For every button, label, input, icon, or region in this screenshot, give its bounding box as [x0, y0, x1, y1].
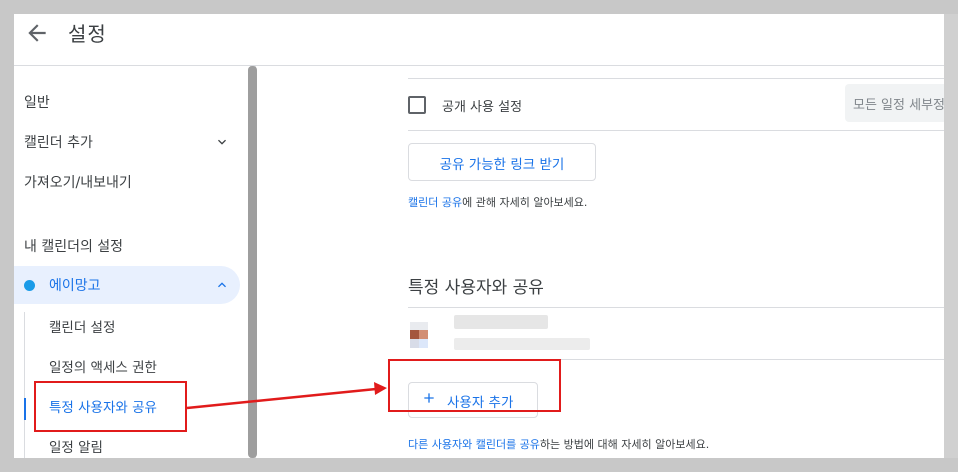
sidebar-item-calendar[interactable]: 에이망고 — [14, 266, 240, 304]
help-text-share-with-others: 다른 사용자와 캘린더를 공유하는 방법에 대해 자세히 알아보세요. — [408, 436, 709, 452]
visibility-select[interactable]: 모든 일정 세부정보 — [845, 84, 944, 122]
get-shareable-link-button[interactable]: 공유 가능한 링크 받기 — [408, 143, 596, 181]
avatar[interactable] — [410, 322, 428, 348]
background-strip — [944, 14, 958, 458]
sidebar-item-add-calendar[interactable]: 캘린더 추가 — [24, 132, 93, 152]
calendar-name: 에이망고 — [49, 278, 101, 294]
sidebar-item-import-export[interactable]: 가져오기/내보내기 — [24, 172, 132, 192]
public-setting-checkbox[interactable] — [408, 96, 426, 114]
share-section-title: 특정 사용자와 공유 — [408, 278, 544, 298]
help-text-rest: 하는 방법에 대해 자세히 알아보세요. — [539, 438, 710, 451]
chevron-down-icon[interactable] — [214, 134, 230, 150]
main-content: 공개 사용 설정 모든 일정 세부정보 공유 가능한 링크 받기 캘린더 공유에… — [260, 66, 944, 458]
chevron-up-icon[interactable] — [214, 277, 230, 293]
help-text-rest: 에 관해 자세히 알아보세요. — [462, 196, 588, 209]
active-indicator — [24, 398, 26, 420]
sidebar-subitem-access-permissions[interactable]: 일정의 액세스 권한 — [49, 356, 157, 376]
divider — [408, 307, 944, 308]
visibility-select-value: 모든 일정 세부정보 — [853, 98, 944, 113]
annotation-highlight-box — [34, 381, 187, 432]
user-name-redacted — [454, 315, 548, 329]
get-shareable-link-label: 공유 가능한 링크 받기 — [439, 157, 565, 173]
help-text-calendar-sharing: 캘린더 공유에 관해 자세히 알아보세요. — [408, 194, 587, 210]
divider — [408, 78, 944, 79]
sidebar-item-general[interactable]: 일반 — [24, 92, 50, 112]
sidebar-subitem-calendar-settings[interactable]: 캘린더 설정 — [49, 316, 115, 336]
share-with-others-link[interactable]: 다른 사용자와 캘린더를 공유 — [408, 438, 540, 451]
calendar-color-dot — [24, 280, 35, 291]
user-email-redacted — [454, 338, 590, 350]
top-bar: 설정 — [14, 14, 944, 66]
page-title: 설정 — [68, 22, 107, 46]
subitem-tree-line — [24, 312, 25, 458]
calendar-sharing-link[interactable]: 캘린더 공유 — [408, 196, 462, 209]
arrow-left-icon — [28, 24, 46, 42]
sidebar-subitem-event-notifications[interactable]: 일정 알림 — [49, 436, 103, 456]
divider — [408, 130, 944, 131]
sidebar-scrollbar[interactable] — [248, 66, 257, 458]
public-setting-label: 공개 사용 설정 — [442, 100, 523, 115]
annotation-highlight-box — [388, 359, 561, 412]
back-button[interactable] — [24, 20, 50, 46]
my-calendars-heading: 내 캘린더의 설정 — [24, 239, 124, 255]
